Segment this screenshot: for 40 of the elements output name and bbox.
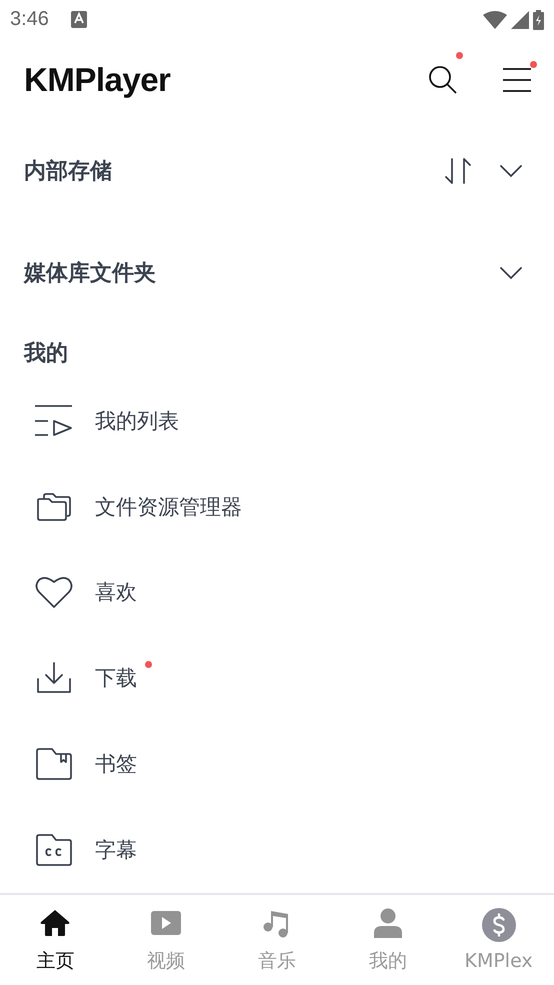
item-label: 字幕 (95, 837, 137, 864)
folders-icon (36, 492, 72, 522)
bookmark-folder-icon (35, 748, 73, 780)
keyboard-a-icon (70, 11, 87, 28)
menu-icon (502, 66, 532, 93)
menu-item[interactable]: 书签 (0, 721, 554, 808)
section-title: 媒体库文件夹 (24, 260, 156, 288)
menu-item[interactable]: 字幕 (0, 807, 554, 894)
app-logo: KMPlayer (24, 60, 170, 99)
dollar-coin-icon (482, 908, 516, 942)
status-time: 3:46 (10, 8, 49, 32)
signal-icon (511, 10, 529, 29)
nav-tab[interactable]: 主页 (0, 895, 111, 985)
section-title: 内部存储 (24, 158, 112, 186)
item-label: 我的列表 (95, 408, 179, 435)
download-icon (36, 661, 72, 696)
menu-button[interactable] (502, 66, 532, 93)
search-icon (428, 64, 458, 95)
section-title: 我的 (24, 340, 68, 366)
person-icon (372, 908, 403, 938)
item-label: 文件资源管理器 (95, 494, 242, 520)
search-button[interactable] (428, 64, 458, 95)
subtitle-folder-icon (35, 834, 73, 866)
sort-icon[interactable] (444, 156, 472, 185)
menu-item[interactable]: 下载 (0, 635, 554, 722)
heart-icon (35, 575, 73, 610)
chevron-icon[interactable] (500, 266, 522, 280)
item-label: 喜欢 (95, 579, 137, 606)
item-label: 书签 (95, 751, 137, 778)
music-note-icon (262, 908, 291, 938)
battery-icon (533, 10, 544, 30)
menu-item[interactable]: 喜欢 (0, 549, 554, 636)
item-label: 下载 (95, 665, 137, 692)
chevron-icon[interactable] (500, 164, 522, 178)
menu-item[interactable]: 文件资源管理器 (0, 464, 554, 550)
video-icon (151, 911, 182, 936)
playlist-icon (34, 404, 74, 438)
menu-item[interactable]: 我的列表 (0, 378, 554, 464)
home-icon (40, 909, 70, 938)
wifi-icon (483, 10, 507, 29)
